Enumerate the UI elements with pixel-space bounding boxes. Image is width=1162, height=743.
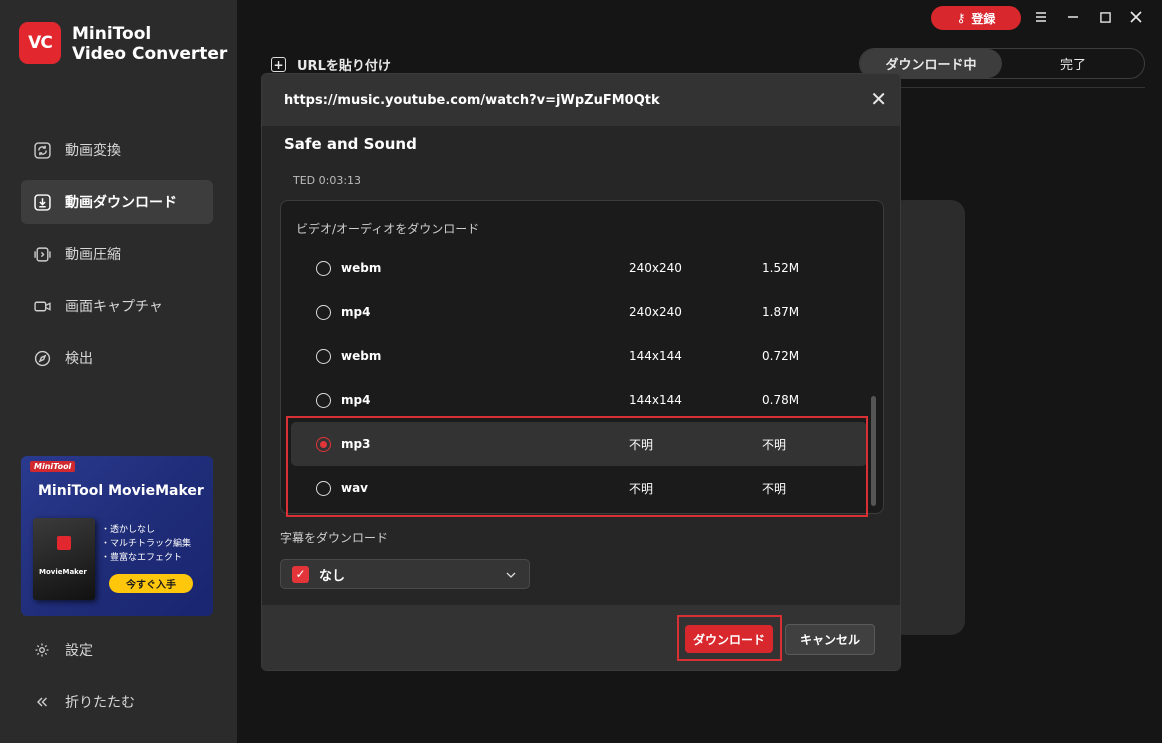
get-now-button[interactable]: 今すぐ入手: [109, 574, 193, 593]
sidebar-item-label: 動画変換: [65, 143, 121, 159]
radio-button[interactable]: [316, 260, 331, 276]
promo-feature: ・透かしなし: [101, 525, 156, 535]
promo-box-name: MovieMaker: [39, 568, 87, 576]
sidebar-item-label: 画面キャプチャ: [65, 299, 163, 315]
convert-icon: [34, 141, 51, 159]
minimize-icon[interactable]: [1065, 9, 1081, 25]
plus-icon: +: [271, 57, 286, 72]
format-row[interactable]: mp4 144x144 0.78M: [291, 378, 867, 422]
paste-url-button[interactable]: + URLを貼り付け: [271, 55, 391, 74]
tab-completed[interactable]: 完了: [1002, 49, 1144, 78]
format-name: webm: [341, 261, 382, 275]
paste-url-label: URLを貼り付け: [297, 59, 391, 74]
promo-feature: ・豊富なエフェクト: [101, 553, 183, 563]
format-row[interactable]: webm 240x240 1.52M: [291, 246, 867, 290]
format-list-label: ビデオ/オーディオをダウンロード: [296, 222, 480, 236]
product-box-image: MovieMaker: [33, 518, 95, 600]
app-title-line1: MiniTool: [72, 24, 152, 44]
promo-title: MiniTool MovieMaker: [38, 483, 204, 499]
format-resolution: 240x240: [629, 305, 682, 319]
sidebar-item-label: 動画ダウンロード: [65, 195, 177, 211]
sidebar-item-download[interactable]: 動画ダウンロード: [21, 180, 213, 224]
promo-features: ・透かしなし ・マルチトラック編集 ・豊富なエフェクト: [101, 523, 191, 565]
camera-icon: [34, 301, 51, 311]
sidebar-item-convert[interactable]: 動画変換: [21, 128, 213, 172]
format-size: 0.72M: [762, 349, 800, 363]
radio-button-selected[interactable]: [316, 436, 331, 452]
format-resolution: 144x144: [629, 349, 682, 363]
subtitle-value: なし: [319, 568, 346, 584]
sidebar: VC MiniTool Video Converter 動画変換 動画ダウンロー…: [0, 0, 237, 743]
download-button[interactable]: ダウンロード: [685, 625, 773, 653]
gear-icon: [35, 643, 49, 657]
moviemaker-icon: [57, 536, 71, 550]
background-panel: [890, 200, 965, 635]
format-resolution: 240x240: [629, 261, 682, 275]
close-icon[interactable]: ✕: [870, 89, 887, 109]
sidebar-item-compress[interactable]: 動画圧縮: [21, 232, 213, 276]
settings-label: 設定: [65, 643, 93, 659]
compass-icon: [34, 350, 51, 366]
collapse-button[interactable]: 折りたたむ: [34, 692, 135, 712]
settings-button[interactable]: 設定: [34, 640, 93, 660]
register-label: 登録: [971, 11, 996, 26]
sidebar-item-capture[interactable]: 画面キャプチャ: [21, 284, 213, 328]
download-status-tabs: ダウンロード中 完了: [859, 48, 1145, 79]
format-name: wav: [341, 481, 369, 495]
radio-button[interactable]: [316, 392, 331, 408]
format-row[interactable]: mp4 240x240 1.87M: [291, 290, 867, 334]
collapse-label: 折りたたむ: [65, 695, 135, 711]
format-resolution: 不明: [629, 481, 654, 496]
app-logo-text: VC: [28, 33, 53, 53]
format-resolution: 不明: [629, 437, 654, 452]
format-resolution: 144x144: [629, 393, 682, 407]
app-title-line2: Video Converter: [72, 44, 228, 64]
format-list: ビデオ/オーディオをダウンロード webm 240x240 1.52M mp4 …: [280, 200, 884, 514]
cancel-button[interactable]: キャンセル: [785, 624, 875, 655]
promo-feature: ・マルチトラック編集: [101, 539, 192, 549]
radio-button[interactable]: [316, 480, 331, 496]
promo-badge: MiniTool: [30, 461, 76, 472]
sidebar-item-detect[interactable]: 検出: [21, 336, 213, 380]
format-name: mp4: [341, 393, 371, 407]
menu-icon[interactable]: [1033, 9, 1049, 25]
format-row[interactable]: wav 不明 不明: [291, 466, 867, 510]
compress-icon: [34, 246, 51, 262]
format-name: webm: [341, 349, 382, 363]
format-size: 1.52M: [762, 261, 800, 275]
format-name: mp4: [341, 305, 371, 319]
sidebar-item-label: 検出: [65, 351, 93, 367]
dialog-header: https://music.youtube.com/watch?v=jWpZuF…: [262, 74, 900, 126]
video-title: Safe and Sound: [284, 135, 417, 153]
format-row[interactable]: webm 144x144 0.72M: [291, 334, 867, 378]
promo-banner[interactable]: MiniTool MiniTool MovieMaker MovieMaker …: [21, 456, 213, 616]
format-size: 不明: [762, 481, 787, 496]
subtitle-label: 字幕をダウンロード: [280, 531, 389, 545]
video-meta: TED 0:03:13: [293, 174, 362, 187]
format-row-selected[interactable]: mp3 不明 不明: [291, 422, 867, 466]
download-icon: [34, 193, 51, 211]
maximize-icon[interactable]: [1097, 9, 1113, 25]
download-dialog: https://music.youtube.com/watch?v=jWpZuF…: [261, 73, 901, 671]
sidebar-item-label: 動画圧縮: [65, 247, 121, 263]
format-size: 不明: [762, 437, 787, 452]
key-icon: ⚷: [956, 11, 966, 25]
close-window-icon[interactable]: [1128, 9, 1144, 25]
subtitle-select[interactable]: ✓ なし: [280, 559, 530, 589]
double-chevron-left-icon: [37, 697, 47, 707]
format-size: 1.87M: [762, 305, 800, 319]
radio-button[interactable]: [316, 348, 331, 364]
format-size: 0.78M: [762, 393, 800, 407]
radio-button[interactable]: [316, 304, 331, 320]
checkbox-checked[interactable]: ✓: [292, 565, 309, 583]
register-button[interactable]: ⚷ 登録: [931, 6, 1021, 30]
app-title: MiniTool Video Converter: [72, 24, 227, 64]
app-logo: VC: [19, 22, 61, 64]
dialog-url: https://music.youtube.com/watch?v=jWpZuF…: [284, 93, 660, 108]
format-list-scrollbar[interactable]: [871, 396, 876, 506]
sidebar-nav: 動画変換 動画ダウンロード 動画圧縮 画面キャプチャ 検出: [21, 128, 213, 388]
format-name: mp3: [341, 437, 371, 451]
chevron-down-icon: [506, 568, 516, 581]
